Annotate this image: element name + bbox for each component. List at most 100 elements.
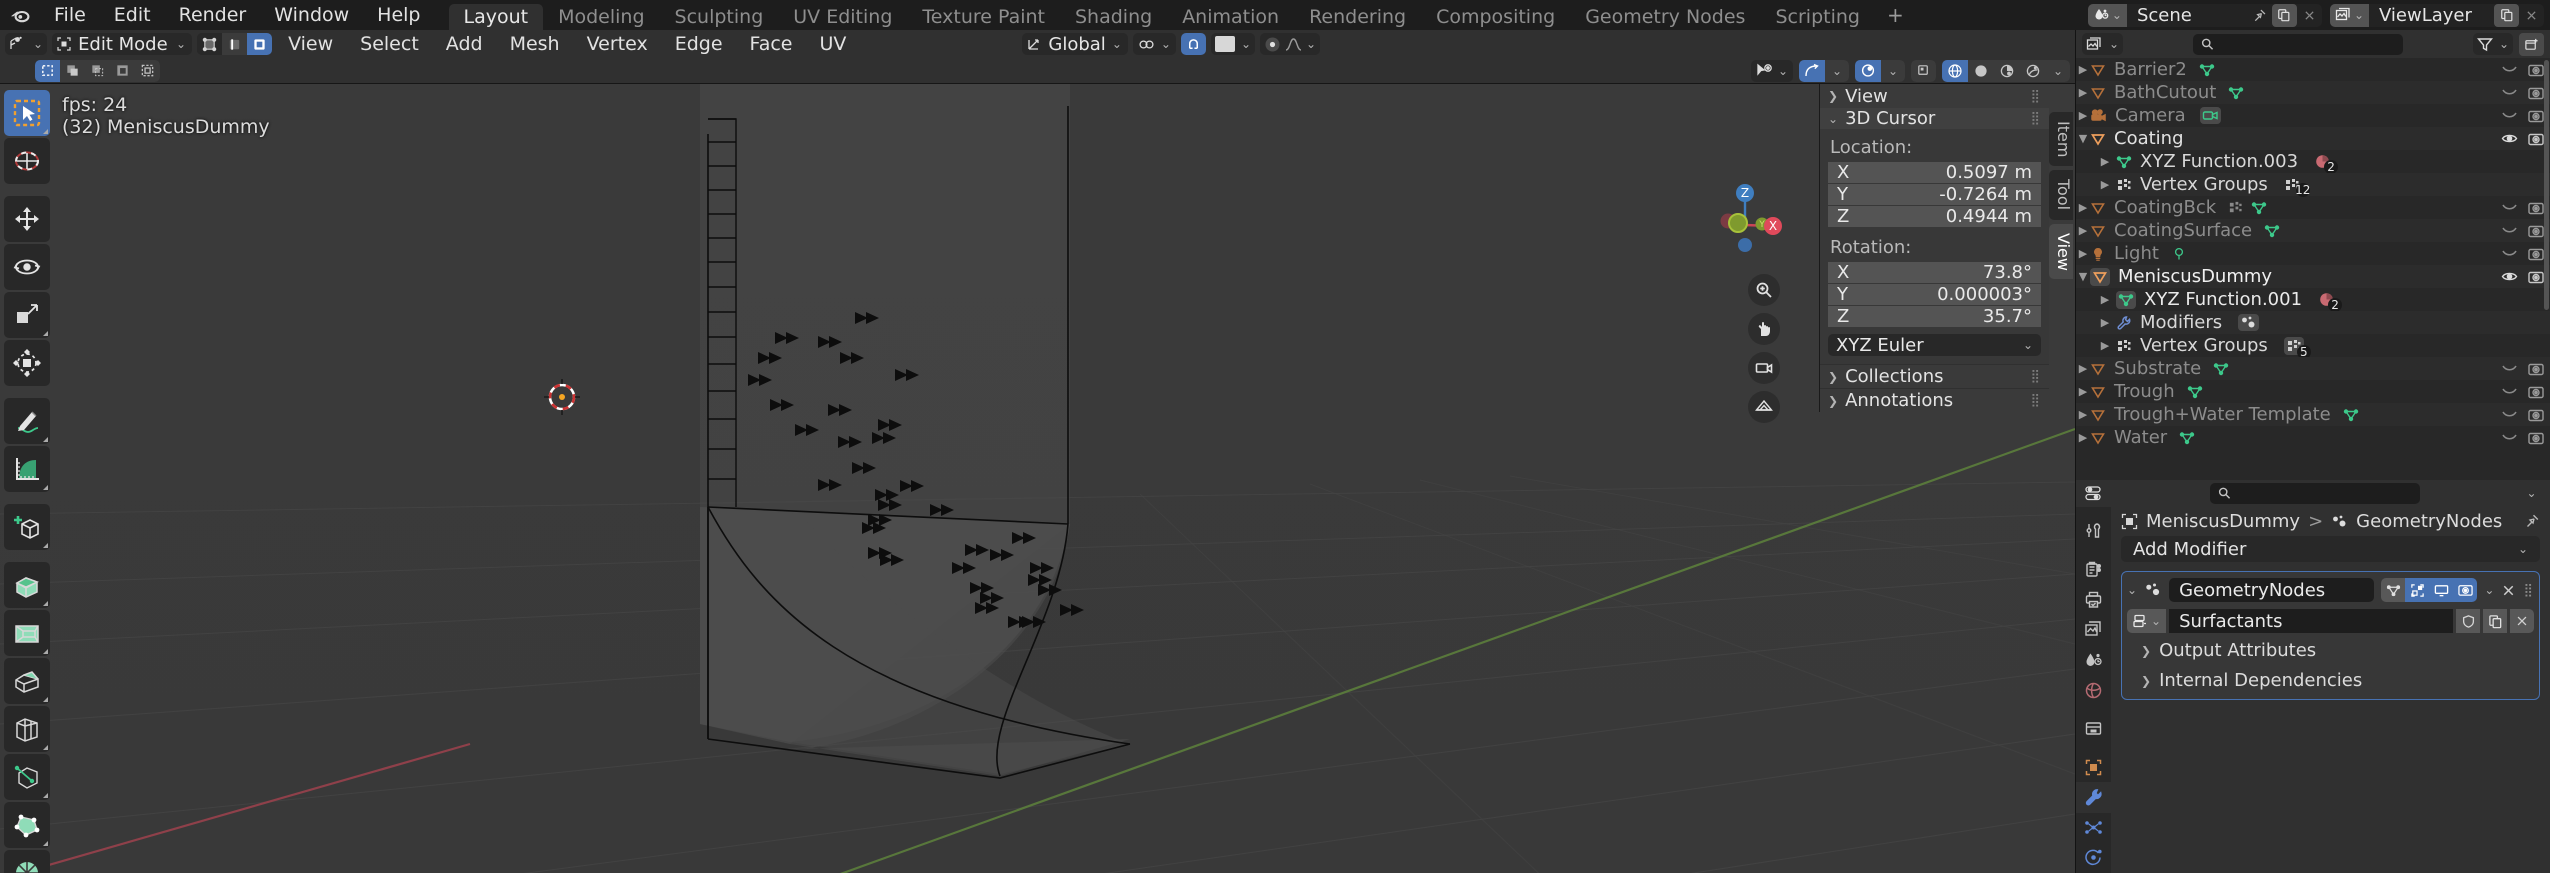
workspace-tab-uv-editing[interactable]: UV Editing [778, 4, 907, 30]
viewport-menu-add[interactable]: Add [435, 31, 494, 57]
on-cage-toggle[interactable] [2405, 578, 2430, 602]
add-workspace-button[interactable]: + [1875, 0, 1916, 30]
modifier-section-internal-dependencies[interactable]: ❯ Internal Dependencies [2127, 667, 2534, 694]
sidebar-panel-collections[interactable]: ❯ Collections ⣿ [1820, 364, 2049, 388]
disclosure-triangle-icon[interactable]: ▶ [2076, 247, 2090, 260]
outliner-row-xyz-function-003[interactable]: ▶ XYZ Function.003 2 [2076, 150, 2550, 174]
outliner-scrollbar[interactable] [2544, 60, 2549, 310]
viewport-menu-edge[interactable]: Edge [664, 31, 734, 57]
workspace-tab-shading[interactable]: Shading [1060, 4, 1167, 30]
add-modifier-button[interactable]: Add Modifier ⌄ [2121, 536, 2540, 562]
show-gizmo-toggle[interactable] [1799, 59, 1825, 82]
new-viewlayer-button[interactable] [2494, 3, 2519, 27]
camera-icon[interactable] [2528, 224, 2544, 238]
properties-search-input[interactable] [2210, 482, 2420, 504]
cursor-rotation-z-field[interactable]: Z 35.7° [1828, 306, 2041, 327]
drag-dots-icon[interactable]: ⣿ [2030, 369, 2041, 384]
properties-tab-object[interactable] [2076, 752, 2111, 782]
new-collection-button[interactable] [2519, 32, 2544, 56]
zoom-view-button[interactable] [1748, 274, 1780, 306]
disclosure-triangle-icon[interactable]: ▶ [2076, 431, 2090, 444]
viewlayer-selector[interactable]: ⌄ ViewLayer [2329, 3, 2544, 27]
fake-user-button[interactable] [2456, 609, 2480, 633]
properties-tab-physics[interactable] [2076, 843, 2111, 873]
select-box-button[interactable] [35, 59, 60, 82]
outliner-row-meniscusdummy[interactable]: ▼ MeniscusDummy [2076, 265, 2550, 288]
select-difference-button[interactable] [135, 59, 160, 82]
editor-type-selector[interactable]: ⌄ [5, 33, 48, 55]
disclosure-triangle-icon[interactable]: ▶ [2076, 362, 2090, 375]
material-preview-shading-button[interactable] [1994, 59, 2020, 82]
closed-eye-icon[interactable] [2501, 86, 2518, 99]
outliner-display-mode-selector[interactable]: ⌄ [2082, 33, 2124, 55]
properties-tab-render[interactable] [2076, 554, 2111, 584]
properties-tab-particles[interactable] [2076, 813, 2111, 843]
knife-tool[interactable] [4, 754, 50, 800]
scale-tool[interactable] [4, 292, 50, 338]
select-subtract-button[interactable] [85, 59, 110, 82]
workspace-tab-animation[interactable]: Animation [1167, 4, 1294, 30]
pin-icon[interactable] [2524, 513, 2540, 529]
cursor-location-y-field[interactable]: Y -0.7264 m [1828, 184, 2041, 205]
rendered-shading-button[interactable] [2020, 59, 2046, 82]
disclosure-triangle-icon[interactable]: ▶ [2098, 316, 2112, 329]
transform-tool[interactable] [4, 340, 50, 386]
add-cube-tool[interactable] [4, 504, 50, 550]
pin-icon[interactable] [2247, 4, 2272, 27]
browse-nodegroup-button[interactable]: ⌄ [2127, 609, 2167, 633]
disclosure-triangle-icon[interactable]: ▼ [2076, 132, 2090, 145]
orthographic-toggle-button[interactable] [1748, 391, 1780, 423]
unlink-scene-button[interactable] [2297, 4, 2322, 27]
properties-tab-modifier[interactable] [2076, 782, 2111, 813]
proportional-editing-toggle[interactable] [1264, 36, 1281, 53]
properties-tab-output[interactable] [2076, 584, 2111, 614]
workspace-tab-texture-paint[interactable]: Texture Paint [907, 4, 1060, 30]
outliner-row-vertex-groups-meniscus[interactable]: ▶ Vertex Groups 5 [2076, 334, 2550, 359]
bevel-tool[interactable] [4, 658, 50, 704]
edge-select-mode-button[interactable] [222, 33, 248, 55]
proportional-falloff-group[interactable]: ⌄ [1260, 33, 1321, 55]
open-eye-icon[interactable] [2501, 270, 2518, 283]
solid-shading-button[interactable] [1968, 59, 1994, 82]
viewport-menu-view[interactable]: View [277, 31, 344, 57]
workspace-tab-geometry-nodes[interactable]: Geometry Nodes [1570, 4, 1760, 30]
modifier-name-field[interactable]: GeometryNodes [2169, 578, 2375, 602]
closed-eye-icon[interactable] [2501, 431, 2518, 444]
move-tool[interactable] [4, 196, 50, 242]
camera-icon[interactable] [2528, 431, 2544, 445]
camera-view-button[interactable] [1748, 352, 1780, 384]
blender-logo-icon[interactable] [0, 0, 40, 30]
properties-tab-tool[interactable] [2076, 516, 2111, 546]
camera-icon[interactable] [2528, 63, 2544, 77]
closed-eye-icon[interactable] [2501, 362, 2518, 375]
outliner-row-trough-water-template[interactable]: ▶ Trough+Water Template [2076, 403, 2550, 426]
vertex-select-mode-button[interactable] [197, 33, 223, 55]
camera-icon[interactable] [2528, 247, 2544, 261]
disclosure-triangle-icon[interactable]: ▶ [2098, 155, 2112, 168]
disclosure-triangle-icon[interactable]: ▶ [2076, 224, 2090, 237]
outliner-row-light[interactable]: ▶ Light [2076, 242, 2550, 265]
modifier-section-output-attributes[interactable]: ❯ Output Attributes [2127, 637, 2534, 664]
closed-eye-icon[interactable] [2501, 224, 2518, 237]
unlink-nodegroup-button[interactable] [2510, 609, 2534, 633]
camera-icon[interactable] [2528, 201, 2544, 215]
render-display-toggle[interactable] [2453, 578, 2478, 602]
sidebar-tab-tool[interactable]: Tool [2049, 170, 2073, 220]
viewport-canvas[interactable]: fps: 24 (32) MeniscusDummy Y X Z ❯ View … [0, 84, 2075, 873]
viewlayer-name[interactable]: ViewLayer [2369, 5, 2494, 26]
viewport-menu-uv[interactable]: UV [808, 31, 857, 57]
cursor-tool[interactable] [4, 138, 50, 184]
properties-filter-button[interactable]: ⌄ [2519, 482, 2544, 505]
modifier-expand-toggle[interactable]: ⌄ [2127, 583, 2137, 597]
proportional-edit-swatch[interactable] [1214, 36, 1235, 52]
viewport-menu-vertex[interactable]: Vertex [576, 31, 659, 57]
workspace-tab-layout[interactable]: Layout [448, 4, 544, 30]
outliner-row-camera[interactable]: ▶ Camera [2076, 104, 2550, 127]
poly-build-tool[interactable] [4, 802, 50, 848]
outliner-search-input[interactable] [2193, 33, 2403, 55]
viewlayer-icon[interactable]: ⌄ [2329, 3, 2369, 27]
modifier-extras-button[interactable]: ⌄ [2484, 583, 2494, 597]
drag-dots-icon[interactable]: ⣿ [2030, 393, 2041, 408]
open-eye-icon[interactable] [2501, 132, 2518, 145]
select-intersect-button[interactable] [110, 59, 135, 82]
